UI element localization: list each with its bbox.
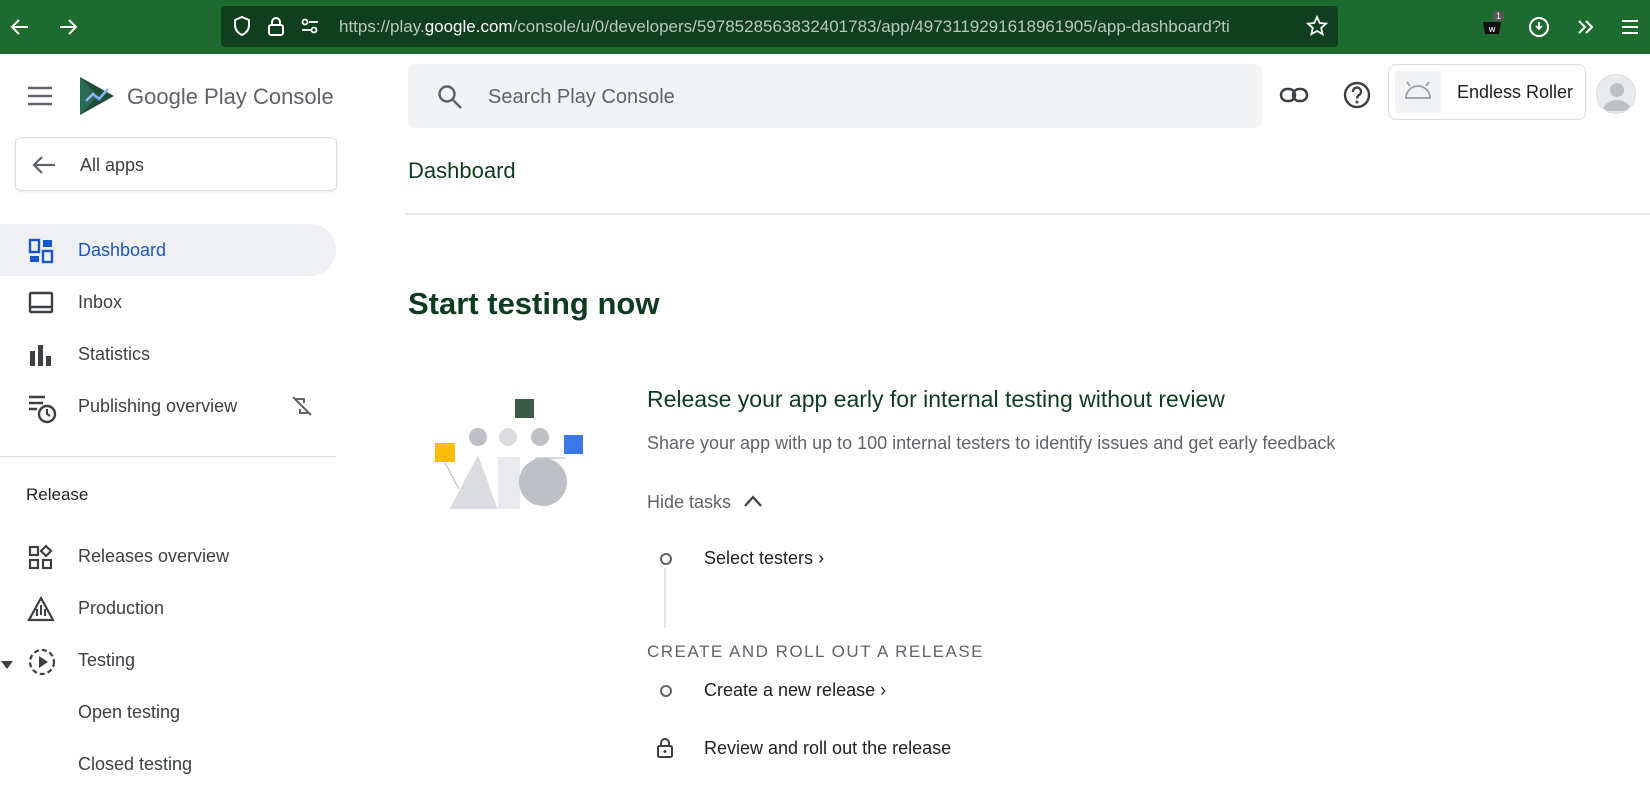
- link-icon[interactable]: [1279, 82, 1309, 113]
- avatar[interactable]: [1596, 74, 1636, 114]
- bar-chart-icon: [27, 341, 55, 369]
- app-name: Endless Roller: [1457, 82, 1574, 102]
- url-text[interactable]: https://play.google.com/console/u/0/deve…: [339, 17, 1304, 37]
- sidebar: Google Play Console All apps Dashboard I…: [0, 54, 338, 787]
- all-apps-label: All apps: [80, 155, 145, 175]
- inbox-icon: [27, 289, 55, 317]
- sidebar-item-label: Publishing overview: [78, 395, 238, 416]
- app-logo-text: Google Play Console: [127, 84, 334, 109]
- forward-arrow-icon[interactable]: [50, 9, 86, 45]
- overflow-chevrons-icon[interactable]: [1568, 9, 1604, 45]
- sidebar-item-publishing-overview[interactable]: Publishing overview: [0, 380, 336, 432]
- task-label: Select testers: [704, 548, 814, 568]
- task-status-icon: [660, 553, 672, 565]
- sidebar-item-production[interactable]: Production: [0, 582, 336, 634]
- bookmark-star-icon[interactable]: [1305, 14, 1329, 37]
- address-bar[interactable]: https://play.google.com/console/u/0/deve…: [221, 6, 1338, 47]
- logo-row: Google Play Console: [0, 72, 338, 122]
- testing-illustration: [435, 397, 585, 510]
- play-circle-icon: [27, 647, 56, 676]
- menu-icon[interactable]: [1612, 9, 1648, 45]
- hide-tasks-button[interactable]: Hide tasks: [647, 492, 763, 513]
- task-group-heading: CREATE AND ROLL OUT A RELEASE: [647, 642, 985, 661]
- play-console-logo-icon: [78, 75, 118, 122]
- warning-triangle-icon: [27, 595, 55, 623]
- lock-icon[interactable]: [265, 15, 287, 37]
- hamburger-menu-icon[interactable]: [27, 86, 53, 111]
- chevron-up-icon: [743, 492, 763, 513]
- schedule-list-icon: [27, 393, 57, 424]
- lock-icon: [655, 737, 675, 764]
- download-icon[interactable]: [1521, 9, 1557, 45]
- task-label: Create a new release: [704, 680, 876, 700]
- sidebar-item-label: Statistics: [78, 343, 151, 364]
- back-arrow-icon: [31, 154, 57, 181]
- task-status-icon: [660, 685, 672, 697]
- svg-text:w: w: [1488, 25, 1495, 35]
- sidebar-item-statistics[interactable]: Statistics: [0, 328, 336, 380]
- extension-icon[interactable]: w 1: [1474, 9, 1510, 45]
- search-input[interactable]: Search Play Console: [408, 64, 1262, 128]
- sidebar-item-label: Production: [78, 597, 165, 618]
- timeline-line: [664, 568, 666, 628]
- all-apps-button[interactable]: All apps: [15, 137, 337, 191]
- android-icon: [1395, 71, 1441, 113]
- task-label: Review and roll out the release: [704, 738, 952, 758]
- card-title: Release your app early for internal test…: [647, 386, 1225, 412]
- back-arrow-icon[interactable]: [2, 9, 38, 45]
- search-icon: [437, 84, 463, 115]
- grid-shapes-icon: [27, 543, 55, 571]
- hide-tasks-label: Hide tasks: [647, 492, 732, 512]
- sidebar-item-label: Inbox: [78, 291, 123, 312]
- sync-disabled-icon[interactable]: [290, 394, 314, 423]
- sidebar-item-testing[interactable]: Testing: [0, 634, 336, 686]
- sidebar-item-dashboard[interactable]: Dashboard: [0, 224, 336, 276]
- sidebar-item-releases-overview[interactable]: Releases overview: [0, 530, 336, 582]
- browser-toolbar: https://play.google.com/console/u/0/deve…: [0, 0, 1650, 54]
- sidebar-item-label: Open testing: [78, 701, 181, 722]
- sidebar-item-label: Testing: [78, 649, 136, 670]
- page-title: Dashboard: [408, 158, 516, 183]
- help-icon[interactable]: [1342, 80, 1372, 115]
- sidebar-item-label: Closed testing: [78, 753, 193, 774]
- app-selector[interactable]: Endless Roller: [1388, 64, 1586, 120]
- section-title: Start testing now: [408, 286, 660, 321]
- card-description: Share your app with up to 100 internal t…: [647, 433, 1336, 453]
- chevron-right-icon: ›: [818, 548, 825, 568]
- extension-badge: 1: [1493, 11, 1505, 21]
- sidebar-item-open-testing[interactable]: Open testing: [0, 686, 336, 738]
- sidebar-item-closed-testing[interactable]: Closed testing: [0, 738, 336, 787]
- header-divider: [405, 213, 1650, 215]
- site-permissions-icon[interactable]: [299, 15, 321, 37]
- search-placeholder: Search Play Console: [488, 86, 675, 108]
- shield-icon[interactable]: [231, 15, 253, 37]
- chevron-right-icon: ›: [880, 680, 887, 700]
- dashboard-icon: [27, 237, 55, 265]
- sidebar-item-inbox[interactable]: Inbox: [0, 276, 336, 328]
- sidebar-item-label: Dashboard: [78, 239, 167, 260]
- caret-down-icon[interactable]: [1, 656, 13, 674]
- sidebar-divider: [0, 456, 336, 457]
- release-heading: Release: [26, 485, 89, 504]
- sidebar-item-label: Releases overview: [78, 545, 230, 566]
